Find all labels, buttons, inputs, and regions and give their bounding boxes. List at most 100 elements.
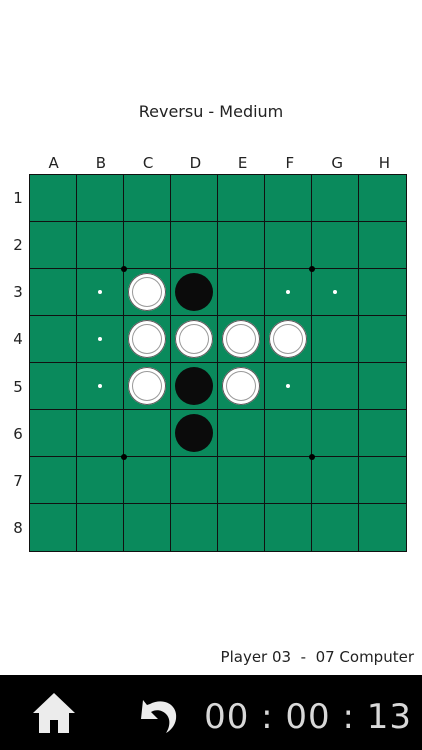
board-cell-e1[interactable]: [218, 175, 265, 222]
board-cell-b8[interactable]: [77, 504, 124, 551]
column-label: D: [189, 154, 202, 172]
row-label: 7: [13, 472, 23, 491]
black-piece: [175, 367, 213, 405]
board-cell-a8[interactable]: [30, 504, 77, 551]
board-cell-c2[interactable]: [124, 222, 171, 269]
board-cell-g6[interactable]: [312, 410, 359, 457]
white-piece: [222, 320, 260, 358]
board-cell-f3[interactable]: [265, 269, 312, 316]
board-cell-h7[interactable]: [359, 457, 406, 504]
board-cell-g4[interactable]: [312, 316, 359, 363]
board-cell-h8[interactable]: [359, 504, 406, 551]
row-label: 3: [13, 283, 23, 302]
reversi-app: Reversu - Medium A B C D E F G H 1 2 3 4 5 6 7 8 Playe…: [0, 0, 422, 750]
column-label: H: [378, 154, 391, 172]
white-piece: [128, 367, 166, 405]
board-cell-f4[interactable]: [265, 316, 312, 363]
game-title: Reversu - Medium: [138, 102, 284, 121]
board-cell-a7[interactable]: [30, 457, 77, 504]
star-point: [121, 454, 127, 460]
board-cell-g7[interactable]: [312, 457, 359, 504]
black-piece: [175, 414, 213, 452]
valid-move-marker: [98, 290, 102, 294]
board-cell-e6[interactable]: [218, 410, 265, 457]
column-label: G: [331, 154, 343, 172]
board-cell-g2[interactable]: [312, 222, 359, 269]
board-cell-h6[interactable]: [359, 410, 406, 457]
board-cell-d8[interactable]: [171, 504, 218, 551]
board-cell-h3[interactable]: [359, 269, 406, 316]
board-cell-g3[interactable]: [312, 269, 359, 316]
board-cell-g8[interactable]: [312, 504, 359, 551]
column-label: F: [285, 154, 295, 172]
row-label: 6: [13, 424, 23, 443]
board-cell-e3[interactable]: [218, 269, 265, 316]
board-cell-d5[interactable]: [171, 363, 218, 410]
board-cell-d7[interactable]: [171, 457, 218, 504]
undo-button[interactable]: [136, 689, 184, 737]
board-cell-g5[interactable]: [312, 363, 359, 410]
board-cell-d3[interactable]: [171, 269, 218, 316]
board-cell-g1[interactable]: [312, 175, 359, 222]
board-cell-f7[interactable]: [265, 457, 312, 504]
board-cell-h5[interactable]: [359, 363, 406, 410]
board-cell-a1[interactable]: [30, 175, 77, 222]
board-cell-e5[interactable]: [218, 363, 265, 410]
board-cell-h4[interactable]: [359, 316, 406, 363]
board-cell-c8[interactable]: [124, 504, 171, 551]
board-cell-f2[interactable]: [265, 222, 312, 269]
star-point: [309, 266, 315, 272]
white-piece: [269, 320, 307, 358]
board-cell-e4[interactable]: [218, 316, 265, 363]
white-piece: [128, 273, 166, 311]
board-cell-a2[interactable]: [30, 222, 77, 269]
white-piece: [175, 320, 213, 358]
board-cell-e7[interactable]: [218, 457, 265, 504]
board-cell-c1[interactable]: [124, 175, 171, 222]
board-cell-d6[interactable]: [171, 410, 218, 457]
board-cell-b4[interactable]: [77, 316, 124, 363]
column-label: C: [142, 154, 154, 172]
board-cell-c7[interactable]: [124, 457, 171, 504]
board-cell-f5[interactable]: [265, 363, 312, 410]
column-label: A: [48, 154, 59, 172]
board-cell-c5[interactable]: [124, 363, 171, 410]
board-cell-c3[interactable]: [124, 269, 171, 316]
score-text: Player 03 - 07 Computer: [220, 648, 414, 666]
board-cell-c4[interactable]: [124, 316, 171, 363]
board-cell-h1[interactable]: [359, 175, 406, 222]
board-cell-a5[interactable]: [30, 363, 77, 410]
board-cell-b7[interactable]: [77, 457, 124, 504]
board-cell-e8[interactable]: [218, 504, 265, 551]
board-cell-a3[interactable]: [30, 269, 77, 316]
valid-move-marker: [286, 290, 290, 294]
board-cell-e2[interactable]: [218, 222, 265, 269]
board-cell-f6[interactable]: [265, 410, 312, 457]
valid-move-marker: [286, 384, 290, 388]
board-cell-b6[interactable]: [77, 410, 124, 457]
board-cell-a4[interactable]: [30, 316, 77, 363]
undo-icon: [141, 700, 177, 733]
row-labels: 1 2 3 4 5 6 7 8: [6, 174, 30, 552]
board-cell-d1[interactable]: [171, 175, 218, 222]
board-cell-f8[interactable]: [265, 504, 312, 551]
valid-move-marker: [333, 290, 337, 294]
column-label: E: [237, 154, 248, 172]
row-label: 1: [13, 188, 23, 207]
star-point: [121, 266, 127, 272]
home-button[interactable]: [30, 689, 78, 737]
board-cell-b1[interactable]: [77, 175, 124, 222]
board-cell-d2[interactable]: [171, 222, 218, 269]
board-cell-c6[interactable]: [124, 410, 171, 457]
game-board: [29, 174, 407, 552]
bottom-toolbar: 00 : 00 : 13: [0, 675, 422, 750]
board-cell-b5[interactable]: [77, 363, 124, 410]
board-cell-b3[interactable]: [77, 269, 124, 316]
star-point: [309, 454, 315, 460]
board-cell-d4[interactable]: [171, 316, 218, 363]
board-cell-h2[interactable]: [359, 222, 406, 269]
board-cell-a6[interactable]: [30, 410, 77, 457]
board-cell-b2[interactable]: [77, 222, 124, 269]
game-timer: 00 : 00 : 13: [204, 697, 412, 737]
board-cell-f1[interactable]: [265, 175, 312, 222]
